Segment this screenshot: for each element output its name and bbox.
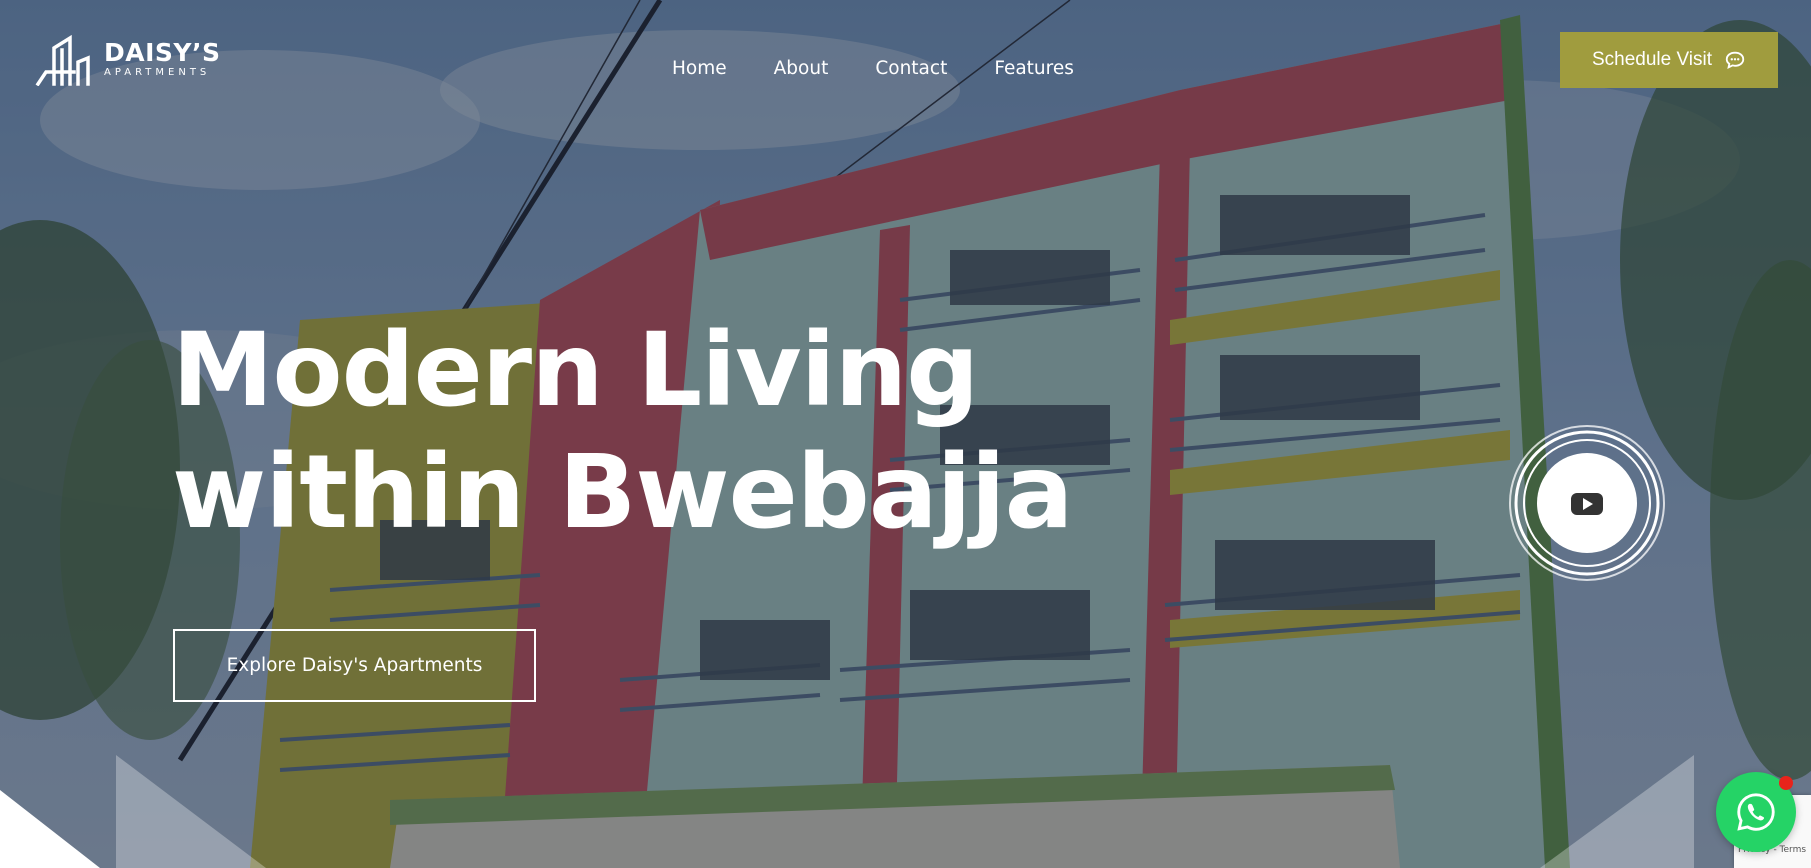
logo-wordmark: DAISY’S APARTMENTS bbox=[104, 40, 221, 78]
brand-logo[interactable]: DAISY’S APARTMENTS bbox=[34, 32, 221, 86]
main-nav: Home About Contact Features bbox=[672, 58, 1121, 79]
headline-line-1: Modern Living bbox=[172, 311, 979, 430]
chat-bubble-icon bbox=[1725, 51, 1745, 70]
schedule-visit-label: Schedule Visit bbox=[1591, 49, 1713, 70]
building-logo-icon bbox=[35, 34, 90, 86]
logo-name: DAISY’S bbox=[104, 38, 221, 67]
explore-apartments-button[interactable]: Explore Daisy's Apartments bbox=[173, 629, 536, 702]
nav-features-link[interactable]: Features bbox=[994, 58, 1074, 79]
headline-line-2: within Bwebajja bbox=[172, 433, 1073, 552]
logo-subtitle: APARTMENTS bbox=[104, 67, 211, 78]
notification-dot bbox=[1779, 776, 1793, 790]
youtube-play-icon[interactable] bbox=[1507, 423, 1667, 583]
nav-home-link[interactable]: Home bbox=[672, 58, 727, 79]
hero-headline: Modern Living within Bwebajja bbox=[172, 310, 1073, 554]
nav-contact-link[interactable]: Contact bbox=[875, 58, 947, 79]
nav-about-link[interactable]: About bbox=[774, 58, 829, 79]
whatsapp-icon bbox=[1737, 793, 1775, 831]
schedule-visit-button[interactable]: Schedule Visit bbox=[1560, 32, 1778, 88]
